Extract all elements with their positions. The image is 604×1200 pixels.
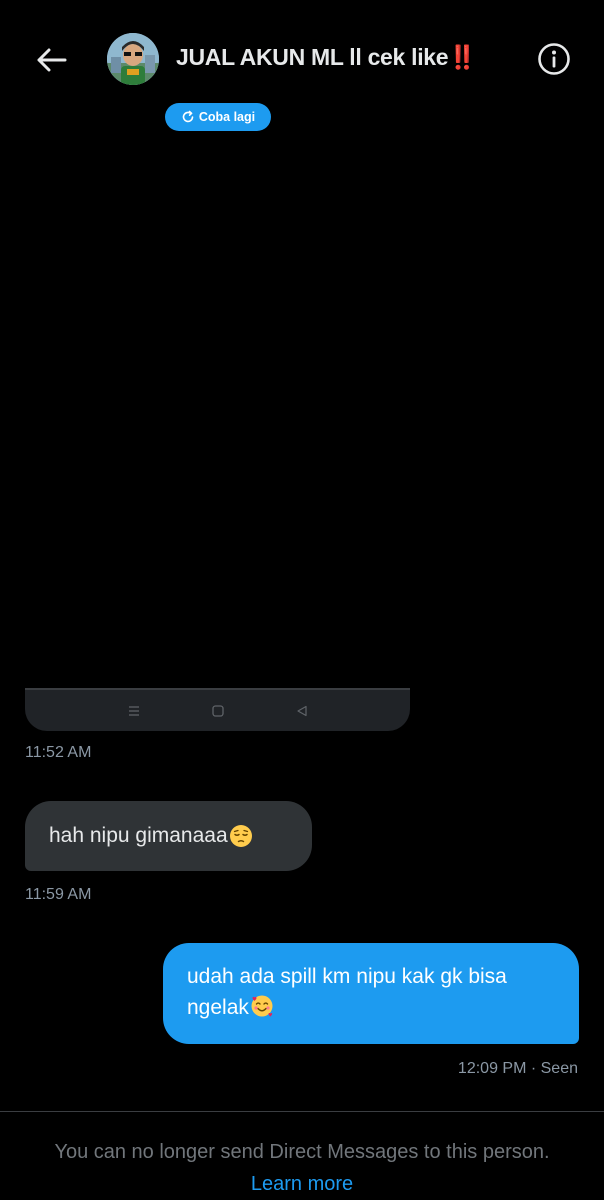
sent-message-bubble[interactable]: udah ada spill km nipu kak gk bisa ngela… [163,943,579,1044]
avatar-image [107,33,159,85]
info-button[interactable] [534,39,574,79]
learn-more-link[interactable]: Learn more [0,1173,604,1196]
conversation-title[interactable]: JUAL AKUN ML ll cek like‼️ [176,44,477,71]
retry-button[interactable]: Coba lagi [165,103,271,131]
dm-disabled-notice: You can no longer send Direct Messages t… [54,1141,550,1163]
menu-icon [127,704,141,718]
title-text: JUAL AKUN ML ll cek like [176,44,449,70]
pensive-face-emoji-icon [229,825,252,847]
info-icon [538,43,570,75]
back-triangle-icon [295,704,309,718]
refresh-icon [182,110,194,123]
back-button[interactable] [30,38,74,82]
message-timestamp-seen: 12:09 PM · Seen [457,1060,578,1077]
conversation-header: JUAL AKUN ML ll cek like‼️ Coba lagi [0,0,604,131]
title-emoji: ‼️ [448,44,477,70]
message-timestamp: 11:59 AM [25,886,92,903]
avatar[interactable] [107,33,159,85]
received-message-bubble[interactable]: hah nipu gimanaaa [25,801,312,871]
smiling-face-with-hearts-emoji-icon [251,995,273,1017]
message-text: hah nipu gimanaaa [49,824,228,847]
message-timestamp: 11:52 AM [25,744,92,761]
message-text: udah ada spill km nipu kak gk bisa ngela… [187,965,507,1019]
arrow-left-icon [37,48,67,72]
home-square-icon [211,704,225,718]
image-message[interactable] [25,688,410,731]
retry-label: Coba lagi [198,110,256,124]
footer-divider [0,1111,604,1112]
